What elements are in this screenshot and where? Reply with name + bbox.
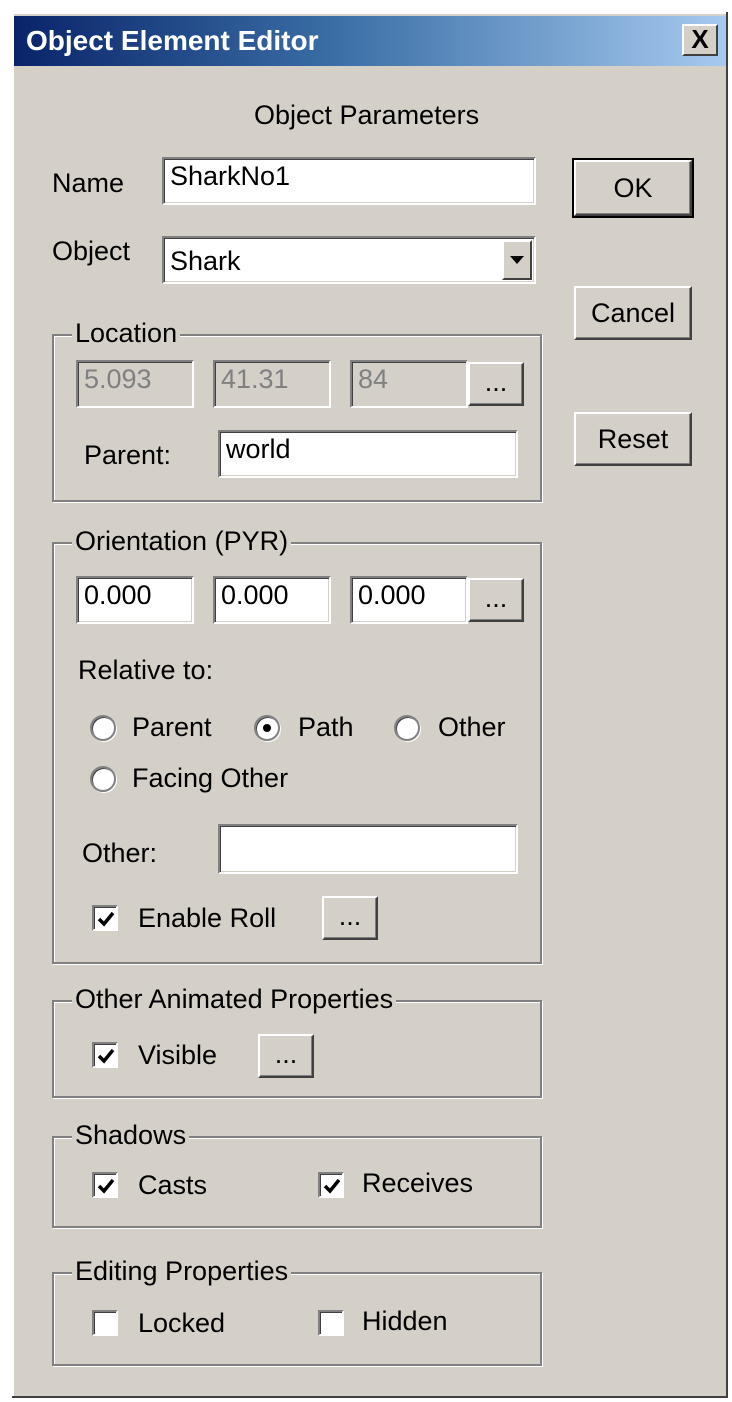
locked-checkbox[interactable] <box>92 1310 118 1336</box>
name-label: Name <box>52 168 125 198</box>
enable-roll-checkbox[interactable] <box>92 905 118 931</box>
enable-roll-browse-button[interactable]: ... <box>322 896 378 940</box>
relative-to-label: Relative to: <box>78 655 214 685</box>
check-icon <box>97 1048 115 1064</box>
location-browse-button[interactable]: ... <box>468 362 524 406</box>
animated-properties-group-label: Other Animated Properties <box>72 984 397 1015</box>
orientation-group-label: Orientation (PYR) <box>72 526 292 557</box>
radio-path-label: Path <box>298 712 354 742</box>
check-icon <box>97 1178 115 1194</box>
dropdown-arrow-button[interactable] <box>502 240 532 280</box>
visible-browse-button[interactable]: ... <box>258 1034 314 1078</box>
check-icon <box>323 1178 341 1194</box>
hidden-label: Hidden <box>362 1306 448 1336</box>
cancel-button[interactable]: Cancel <box>574 286 692 340</box>
orientation-browse-button[interactable]: ... <box>468 578 524 622</box>
casts-checkbox[interactable] <box>92 1172 118 1198</box>
name-input[interactable]: SharkNo1 <box>162 157 536 205</box>
parent-label: Parent: <box>84 440 172 470</box>
section-title: Object Parameters <box>254 100 480 130</box>
window-title: Object Element Editor <box>26 25 319 56</box>
visible-checkbox[interactable] <box>92 1042 118 1068</box>
radio-path[interactable] <box>254 715 280 741</box>
object-select-value: Shark <box>170 246 241 276</box>
chevron-down-icon <box>510 256 524 264</box>
object-select[interactable]: Shark <box>162 236 536 284</box>
radio-parent-label: Parent <box>132 712 212 742</box>
title-bar[interactable]: Object Element Editor X <box>14 16 726 66</box>
roll-input[interactable]: 0.000 <box>350 576 468 624</box>
radio-other[interactable] <box>394 715 420 741</box>
locked-label: Locked <box>138 1308 226 1338</box>
reset-button[interactable]: Reset <box>574 412 692 466</box>
yaw-input[interactable]: 0.000 <box>213 576 331 624</box>
radio-other-label: Other <box>438 712 506 742</box>
casts-label: Casts <box>138 1170 208 1200</box>
radio-facing-other-label: Facing Other <box>132 763 289 793</box>
radio-parent[interactable] <box>90 715 116 741</box>
location-y-input[interactable]: 41.31 <box>213 360 331 408</box>
other-input[interactable] <box>218 824 518 874</box>
visible-label: Visible <box>138 1040 218 1070</box>
enable-roll-label: Enable Roll <box>138 903 277 933</box>
other-label: Other: <box>82 838 158 868</box>
check-icon <box>97 911 115 927</box>
shadows-group-label: Shadows <box>72 1120 190 1151</box>
radio-selected-dot <box>263 724 271 732</box>
ok-button[interactable]: OK <box>572 158 694 218</box>
parent-input[interactable]: world <box>218 430 518 478</box>
location-x-input[interactable]: 5.093 <box>76 360 194 408</box>
radio-facing-other[interactable] <box>90 766 116 792</box>
pitch-input[interactable]: 0.000 <box>76 576 194 624</box>
close-button[interactable]: X <box>682 24 718 56</box>
editing-properties-group-label: Editing Properties <box>72 1256 292 1287</box>
hidden-checkbox[interactable] <box>318 1310 344 1336</box>
location-z-input[interactable]: 84 <box>350 360 468 408</box>
location-group-label: Location <box>72 318 181 349</box>
receives-checkbox[interactable] <box>318 1172 344 1198</box>
object-label: Object <box>52 236 131 266</box>
receives-label: Receives <box>362 1168 474 1198</box>
